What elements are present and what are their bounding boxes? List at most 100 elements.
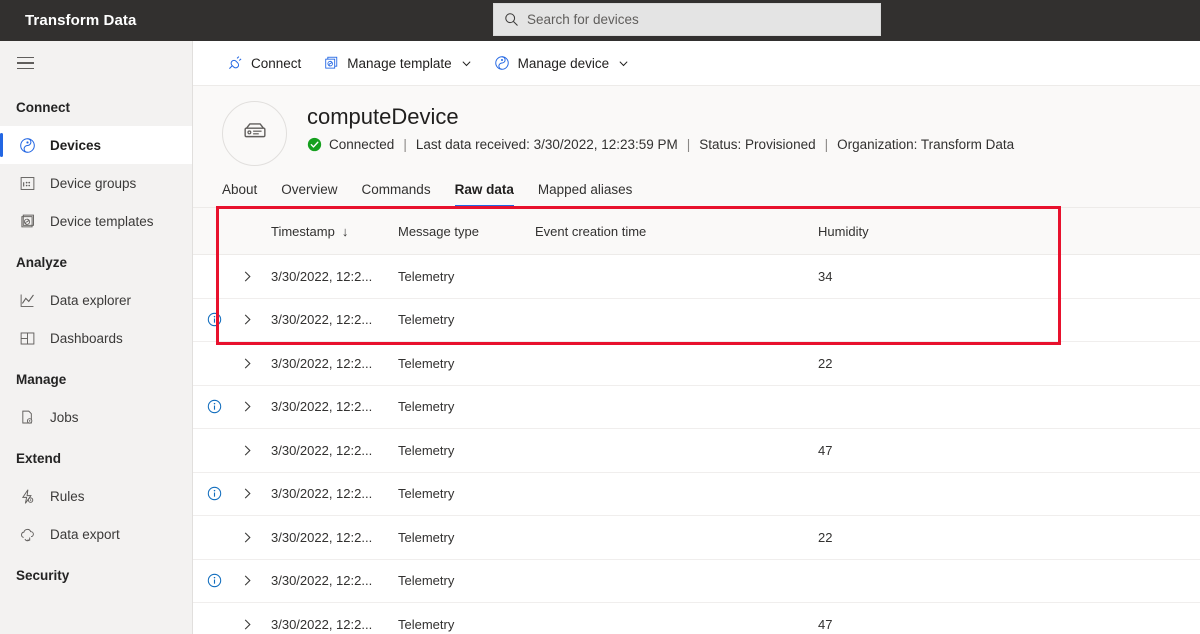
sidebar-item-devices[interactable]: Devices [0, 126, 192, 164]
nav-group-connect-title: Connect [16, 100, 70, 115]
cell-message-type: Telemetry [398, 529, 455, 545]
separator: | [824, 137, 829, 152]
last-data-received-label: Last data received: 3/30/2022, 12:23:59 … [415, 137, 678, 152]
command-label: Connect [251, 55, 302, 71]
tab-label: About [222, 182, 258, 197]
cell-message-type: Telemetry [398, 442, 455, 458]
row-info-icon[interactable] [193, 486, 235, 501]
sidebar-item-label: Rules [50, 488, 85, 504]
sidebar-item-device-groups[interactable]: Device groups [0, 164, 192, 202]
tab-commands[interactable]: Commands [350, 182, 443, 207]
manage-device-button[interactable]: Manage device [486, 47, 638, 79]
cell-timestamp: 3/30/2022, 12:2... [271, 616, 373, 632]
tab-raw-data[interactable]: Raw data [443, 182, 526, 207]
hamburger-icon[interactable] [3, 41, 47, 85]
jobs-icon [16, 406, 38, 428]
connected-check-icon [307, 137, 322, 152]
data-export-icon [16, 523, 38, 545]
connect-button[interactable]: Connect [219, 47, 309, 79]
chevron-right-icon[interactable] [235, 357, 259, 370]
column-header-message-type[interactable]: Message type [398, 224, 535, 239]
column-header-event-creation-time[interactable]: Event creation time [535, 224, 818, 239]
chevron-right-icon[interactable] [235, 400, 259, 413]
chevron-down-icon[interactable] [461, 58, 472, 69]
separator: | [686, 137, 691, 152]
cell-message-type: Telemetry [398, 399, 455, 415]
cell-humidity: 22 [818, 355, 833, 371]
cell-humidity: 34 [818, 268, 833, 284]
nav-group-extend-title: Extend [16, 451, 62, 466]
table-row[interactable]: 3/30/2022, 12:2... Telemetry [193, 385, 1200, 429]
cell-humidity: 47 [818, 442, 833, 458]
chevron-right-icon[interactable] [235, 618, 259, 631]
nav-group-security-title: Security [16, 568, 70, 583]
nav-group-analyze-title: Analyze [16, 255, 68, 270]
sidebar-item-label: Data export [50, 526, 120, 542]
sidebar-item-dashboards[interactable]: Dashboards [0, 319, 192, 357]
sidebar-item-data-explorer[interactable]: Data explorer [0, 281, 192, 319]
search-input[interactable] [527, 4, 847, 35]
table-row[interactable]: 3/30/2022, 12:2... Telemetry [193, 298, 1200, 342]
app-brand-title: Transform Data [25, 12, 137, 29]
table-body: 3/30/2022, 12:2... Telemetry 34 3/30/2022, … [193, 255, 1200, 634]
cell-timestamp: 3/30/2022, 12:2... [271, 268, 373, 284]
chevron-right-icon[interactable] [235, 444, 259, 457]
tab-overview[interactable]: Overview [269, 182, 349, 207]
manage-device-icon [494, 55, 510, 71]
connection-state-label: Connected [329, 137, 395, 152]
chevron-right-icon[interactable] [235, 531, 259, 544]
table-row[interactable]: 3/30/2022, 12:2... Telemetry 47 [193, 429, 1200, 473]
sidebar-item-jobs[interactable]: Jobs [0, 398, 192, 436]
cell-timestamp: 3/30/2022, 12:2... [271, 399, 373, 415]
column-header-label: Timestamp [271, 223, 335, 239]
tab-about[interactable]: About [222, 182, 269, 207]
chevron-right-icon[interactable] [235, 574, 259, 587]
chevron-right-icon[interactable] [235, 487, 259, 500]
sort-descending-icon: ↓ [341, 223, 349, 239]
avatar [222, 101, 287, 166]
main-content: Connect Manage template Manage device co… [193, 41, 1200, 634]
table-row[interactable]: 3/30/2022, 12:2... Telemetry 47 [193, 603, 1200, 634]
table-header-row: Timestamp ↓ Message type Event creation t… [193, 208, 1200, 255]
column-header-label: Humidity [818, 223, 869, 239]
column-header-timestamp[interactable]: Timestamp ↓ [259, 224, 398, 239]
table-row[interactable]: 3/30/2022, 12:2... Telemetry 22 [193, 342, 1200, 386]
cell-humidity: 22 [818, 529, 833, 545]
sidebar-item-rules[interactable]: Rules [0, 477, 192, 515]
sidebar-item-data-export[interactable]: Data export [0, 515, 192, 553]
table-row[interactable]: 3/30/2022, 12:2... Telemetry [193, 559, 1200, 603]
raw-data-table: Timestamp ↓ Message type Event creation t… [193, 208, 1200, 634]
tab-label: Mapped aliases [537, 182, 633, 197]
search-icon [504, 12, 519, 27]
table-row[interactable]: 3/30/2022, 12:2... Telemetry 34 [193, 255, 1200, 299]
device-status-line: Connected | Last data received: 3/30/202… [307, 137, 1014, 152]
cell-timestamp: 3/30/2022, 12:2... [271, 355, 373, 371]
chevron-down-icon[interactable] [618, 58, 629, 69]
separator: | [403, 137, 407, 152]
sidebar-item-device-templates[interactable]: Device templates [0, 202, 192, 240]
top-bar: Transform Data [0, 0, 1200, 41]
row-info-icon[interactable] [193, 312, 235, 327]
sidebar-item-label: Dashboards [50, 330, 123, 346]
manage-template-button[interactable]: Manage template [315, 47, 479, 79]
devices-icon [16, 134, 38, 156]
cell-timestamp: 3/30/2022, 12:2... [271, 312, 373, 328]
chevron-right-icon[interactable] [235, 313, 259, 326]
tab-mapped-aliases[interactable]: Mapped aliases [526, 182, 645, 207]
dashboards-icon [16, 327, 38, 349]
cell-timestamp: 3/30/2022, 12:2... [271, 442, 373, 458]
cell-message-type: Telemetry [398, 486, 455, 502]
chevron-right-icon[interactable] [235, 270, 259, 283]
tab-label: Raw data [454, 182, 514, 197]
row-info-icon[interactable] [193, 573, 235, 588]
row-info-icon[interactable] [193, 399, 235, 414]
search-box[interactable] [493, 3, 881, 36]
sidebar-item-label: Devices [50, 137, 102, 153]
table-row[interactable]: 3/30/2022, 12:2... Telemetry 22 [193, 516, 1200, 560]
column-header-humidity[interactable]: Humidity [818, 224, 1018, 239]
nav-group-manage-title: Manage [16, 372, 67, 387]
device-groups-icon [16, 172, 38, 194]
table-row[interactable]: 3/30/2022, 12:2... Telemetry [193, 472, 1200, 516]
sidebar-item-label: Data explorer [50, 292, 132, 308]
cell-message-type: Telemetry [398, 573, 455, 589]
